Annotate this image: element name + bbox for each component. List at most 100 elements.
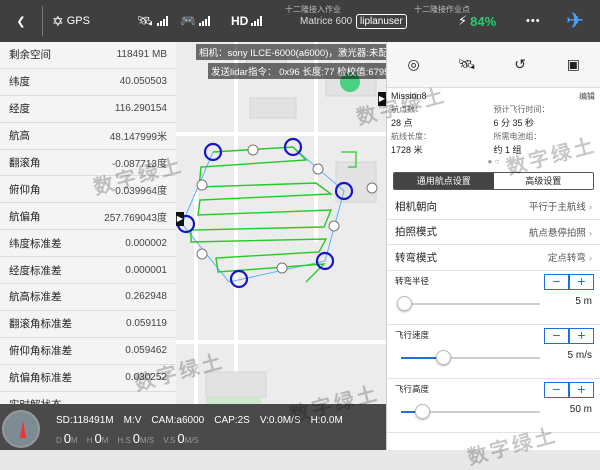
satellite-icon: 🛰 — [137, 13, 154, 28]
slider-knob[interactable] — [396, 295, 412, 311]
stepper: − + — [544, 327, 594, 344]
status-item: CAM:a6000 — [151, 415, 205, 426]
airplane-icon[interactable]: ✈ — [566, 0, 584, 42]
setting-label: 转弯模式 — [395, 251, 437, 264]
telemetry-value: 0.059119 — [126, 318, 167, 330]
tab-advanced[interactable]: 高级设置 — [493, 173, 593, 189]
minus-button[interactable]: − — [544, 273, 569, 290]
mission-stat: 所需电池组： 约 1 组 — [494, 131, 597, 156]
plus-button[interactable]: + — [569, 381, 594, 398]
stat-value: 1728 米 — [391, 145, 423, 155]
stat-label: 预计飞行时间： — [493, 105, 550, 114]
satellite-icon[interactable]: 🛰 — [455, 56, 479, 73]
status-bar: SD:118491M M:V CAM:a6000 CAP:2S V:0.0M/S H:0.… — [0, 404, 386, 450]
rotate-icon[interactable]: ↺ — [508, 56, 532, 73]
telemetry-value: 0.262948 — [125, 291, 167, 303]
slider-track[interactable] — [401, 403, 540, 419]
telemetry-panel: 剩余空间 118491 MB 纬度 40.050503 经度 116.290154 航高 48… — [0, 42, 176, 404]
stat-label: 航线长度： — [391, 132, 431, 141]
telemetry-value: 116.290154 — [114, 103, 167, 115]
telemetry-label: 实时解状态 — [9, 397, 62, 404]
slider-track[interactable] — [401, 349, 540, 365]
mission-header: Mission8 编辑 — [387, 88, 600, 102]
telemetry-label: 航高标准差 — [9, 291, 62, 304]
chevron-right-icon: › — [588, 227, 592, 239]
telemetry-row: 翻滚角标准差 0.059119 — [0, 311, 176, 338]
lidar-command-label: 发送lidar指令： 0x96 长度:77 检校值:6795 — [208, 63, 386, 79]
chevron-right-icon: › — [588, 253, 592, 265]
metric-unit: M/S — [139, 436, 155, 445]
back-button[interactable]: ❮ — [6, 0, 36, 42]
telemetry-value: 40.050503 — [119, 76, 167, 88]
metric-value: 0 — [63, 431, 72, 446]
status-item: M:V — [123, 415, 142, 426]
slider-track[interactable] — [396, 295, 540, 311]
telemetry-value: -0.087713度 — [111, 159, 167, 170]
satellite-signal[interactable]: 🛰 — [137, 0, 168, 42]
metric-unit: M — [101, 436, 109, 445]
setting-row[interactable]: 相机朝向 平行于主航线 › — [387, 194, 600, 220]
telemetry-row: 俯仰角 0.039964度 — [0, 176, 176, 204]
mission-stat: 航点数： 28 点 — [391, 104, 494, 129]
expand-right-panel-button[interactable]: ▶ — [378, 92, 386, 106]
edit-button[interactable]: 编辑 — [579, 91, 595, 102]
telemetry-row: 航偏角 257.769043度 — [0, 203, 176, 231]
slider-setting: 转弯半径 − +5 m — [387, 271, 600, 325]
telemetry-row: 经度标准差 0.000001 — [0, 257, 176, 285]
setting-row[interactable]: 拍照模式 航点悬停拍照 › — [387, 220, 600, 245]
telemetry-value: 48.147999米 — [109, 132, 167, 144]
slider-value: 5 m — [575, 295, 592, 307]
mission-stat: 预计飞行时间： 6 分 35 秒 — [494, 104, 597, 129]
drone-icon: ✡ — [52, 12, 64, 29]
compass-icon — [2, 410, 40, 448]
page-indicator: ● ○ — [487, 157, 500, 166]
battery-percent: 84% — [470, 13, 497, 29]
stat-value: 约 1 组 — [493, 145, 522, 155]
telemetry-row: 实时解状态 — [0, 392, 176, 404]
locate-icon[interactable]: ◎ — [402, 56, 426, 73]
more-button[interactable]: ••• — [526, 0, 541, 42]
telemetry-row: 航高标准差 0.262948 — [0, 284, 176, 311]
park-area — [206, 397, 261, 404]
tab-general-waypoint[interactable]: 通用航点设置 — [394, 173, 494, 189]
slider-knob[interactable] — [414, 403, 430, 419]
telemetry-value: 0.039964度 — [115, 185, 167, 197]
minus-button[interactable]: − — [544, 327, 569, 344]
status-metric: H.S 0M/S — [117, 431, 154, 446]
setting-value-text: 平行于主航线 — [528, 202, 586, 214]
battery-indicator[interactable]: ⚡ 84% — [458, 0, 496, 42]
mission-panel: ◎ 🛰 ↺ ▣ Mission8 编辑 航点数： 28 点 预计飞行时间： 6 分 3… — [386, 42, 600, 450]
setting-value: 平行于主航线 › — [529, 199, 592, 213]
telemetry-label: 纬度标准差 — [9, 237, 62, 250]
setting-value-text: 航点悬停拍照 — [528, 227, 586, 239]
telemetry-label: 经度标准差 — [9, 264, 62, 277]
telemetry-row: 剩余空间 118491 MB — [0, 42, 176, 69]
slider-label: 飞行高度 — [395, 383, 430, 394]
setting-row[interactable]: 转弯模式 定点转弯 › — [387, 245, 600, 271]
minus-button[interactable]: − — [544, 381, 569, 398]
telemetry-label: 纬度 — [9, 76, 30, 89]
status-line-2: D 0M H 0M H.S 0M/S V.S 0M/S — [56, 431, 199, 446]
telemetry-value: 0.030252 — [125, 372, 167, 384]
remote-signal[interactable]: 🎮 — [180, 0, 211, 42]
plus-button[interactable]: + — [569, 273, 594, 290]
expand-left-panel-button[interactable]: ▶ — [176, 212, 184, 226]
hd-signal[interactable]: HD — [231, 0, 263, 42]
slider-knob[interactable] — [435, 349, 451, 365]
metric-unit: M/S — [184, 436, 199, 445]
telemetry-row: 纬度 40.050503 — [0, 69, 176, 96]
telemetry-label: 航偏角 — [9, 210, 41, 223]
telemetry-value: 0.000001 — [125, 264, 167, 276]
status-item: H:0.0M — [310, 415, 343, 426]
gps-indicator[interactable]: ✡ GPS — [52, 0, 90, 42]
telemetry-label: 俯仰角 — [9, 183, 41, 196]
map-view[interactable]: 相机：sony ILCE-6000(a6000)，激光器:未配置 发送lidar… — [176, 42, 386, 404]
stop-icon[interactable]: ▣ — [561, 56, 585, 73]
signal-bars-icon — [251, 16, 263, 26]
camera-info-label: 相机：sony ILCE-6000(a6000)，激光器:未配置 — [196, 44, 386, 60]
telemetry-label: 航高 — [9, 130, 30, 143]
setting-value-text: 定点转弯 — [547, 253, 586, 265]
lidar-user-badge[interactable]: liplanuser — [356, 0, 407, 42]
stat-value: 28 点 — [391, 118, 413, 128]
plus-button[interactable]: + — [569, 327, 594, 344]
